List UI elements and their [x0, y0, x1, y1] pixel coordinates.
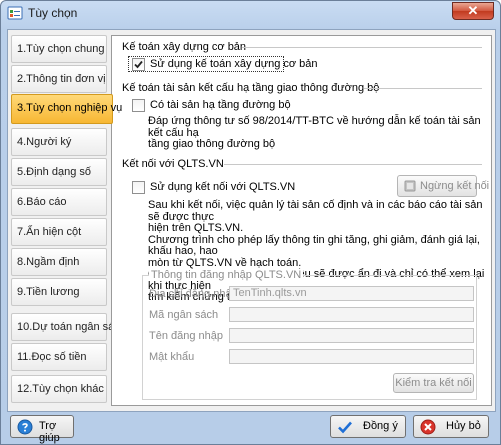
sidebar-item-read-amount[interactable]: 11.Đọc số tiền [11, 343, 107, 371]
qlts-connect-label[interactable]: Sử dụng kết nối với QLTS.VN [150, 181, 295, 193]
cancel-button[interactable]: Hủy bỏ [413, 415, 489, 438]
sidebar-item-salary[interactable]: 9.Tiền lương [11, 278, 107, 306]
qlts-connect-checkbox[interactable] [132, 181, 145, 194]
window-title: Tùy chọn [28, 6, 78, 20]
sidebar-item-label: 3.Tùy chọn nghiệp vụ [17, 102, 123, 114]
sidebar-item-label: 9.Tiền lương [17, 286, 80, 298]
sidebar-item-unit-info[interactable]: 2.Thông tin đơn vị [11, 65, 107, 93]
sidebar-item-other[interactable]: 12.Tùy chọn khác [11, 375, 107, 403]
test-connection-button[interactable]: Kiểm tra kết nối [393, 373, 474, 393]
divider [224, 164, 482, 165]
sidebar-item-general[interactable]: 1.Tùy chọn chung [11, 35, 107, 63]
sidebar-item-budget[interactable]: 10.Dự toán ngân sách [11, 313, 126, 341]
budget-code-label: Mã ngân sách [149, 309, 219, 321]
use-construction-accounting-label[interactable]: Sử dụng kế toán xây dựng cơ bản [150, 58, 318, 70]
options-panel: Kế toán xây dựng cơ bản Sử dụng kế toán … [111, 35, 492, 406]
password-field[interactable] [229, 349, 474, 364]
budget-code-field[interactable] [229, 307, 474, 322]
infrastructure-assets-checkbox[interactable] [132, 99, 145, 112]
username-field[interactable] [229, 328, 474, 343]
sidebar-item-columns[interactable]: 7.Ẩn hiện cột [11, 218, 107, 246]
close-button[interactable]: ✕ [452, 2, 494, 20]
login-group-title: Thông tin đăng nhập QLTS.VN [149, 269, 304, 281]
section-basic-title: Kế toán xây dựng cơ bản [122, 41, 247, 53]
options-dialog-icon [7, 6, 23, 20]
section-infra-title: Kế toán tài sản kết cấu hạ tầng giao thô… [122, 82, 380, 94]
infrastructure-assets-label[interactable]: Có tài sản hạ tầng đường bộ [150, 99, 291, 111]
sidebar-item-label: 6.Báo cáo [17, 196, 67, 208]
sidebar: 1.Tùy chọn chung 2.Thông tin đơn vị 3.Tù… [8, 30, 126, 411]
qlts-login-group: Thông tin đăng nhập QLTS.VN Địa chỉ đăng… [142, 269, 477, 400]
help-icon [17, 419, 33, 435]
sidebar-item-reports[interactable]: 6.Báo cáo [11, 188, 107, 216]
close-icon: ✕ [467, 3, 479, 18]
ok-label: Đồng ý [363, 420, 398, 432]
sidebar-item-label: 7.Ẩn hiện cột [17, 226, 82, 238]
divider [242, 47, 482, 48]
sidebar-item-number-format[interactable]: 5.Định dạng số [11, 158, 107, 186]
address-field[interactable]: TenTinh.qlts.vn [229, 286, 474, 301]
password-label: Mật khẩu [149, 351, 195, 363]
help-button[interactable]: Trợ giúp [10, 415, 74, 444]
sidebar-item-label: 2.Thông tin đơn vị [17, 73, 106, 85]
sidebar-item-label: 11.Đọc số tiền [17, 351, 87, 363]
infrastructure-description: Đáp ứng thông tư số 98/2014/TT-BTC về hư… [148, 115, 481, 150]
sidebar-item-label: 5.Định dạng số [17, 166, 91, 178]
checkmark-icon [134, 60, 143, 69]
cancel-label: Hủy bỏ [446, 420, 481, 432]
options-dialog: Tùy chọn ✕ 1.Tùy chọn chung 2.Thông tin … [0, 0, 501, 445]
disconnect-icon [404, 180, 416, 192]
sidebar-item-business-options[interactable]: 3.Tùy chọn nghiệp vụ [11, 94, 122, 124]
address-label: Địa chỉ đăng nhập [149, 288, 238, 300]
help-label: Trợ giúp [39, 420, 60, 444]
sidebar-item-signers[interactable]: 4.Người ký [11, 128, 107, 156]
sidebar-item-label: 10.Dự toán ngân sách [17, 321, 126, 333]
sidebar-item-defaults[interactable]: 8.Ngầm định [11, 248, 107, 276]
username-label: Tên đăng nhập [149, 330, 224, 342]
stop-connection-label: Ngừng kết nối [420, 180, 490, 192]
sidebar-item-label: 8.Ngầm định [17, 256, 80, 268]
dialog-body: 1.Tùy chọn chung 2.Thông tin đơn vị 3.Tù… [7, 29, 496, 412]
section-qlts-title: Kết nối với QLTS.VN [122, 158, 224, 170]
sidebar-item-label: 4.Người ký [17, 136, 72, 148]
ok-button[interactable]: Đồng ý [330, 415, 406, 438]
checkmark-icon [338, 421, 352, 434]
stop-connection-button[interactable]: Ngừng kết nối [397, 175, 489, 197]
divider [364, 88, 482, 89]
sidebar-item-label: 12.Tùy chọn khác [17, 383, 104, 395]
title-bar[interactable]: Tùy chọn ✕ [1, 1, 500, 25]
sidebar-item-label: 1.Tùy chọn chung [17, 43, 105, 55]
cancel-icon [420, 419, 436, 435]
use-construction-accounting-checkbox[interactable] [132, 58, 145, 71]
